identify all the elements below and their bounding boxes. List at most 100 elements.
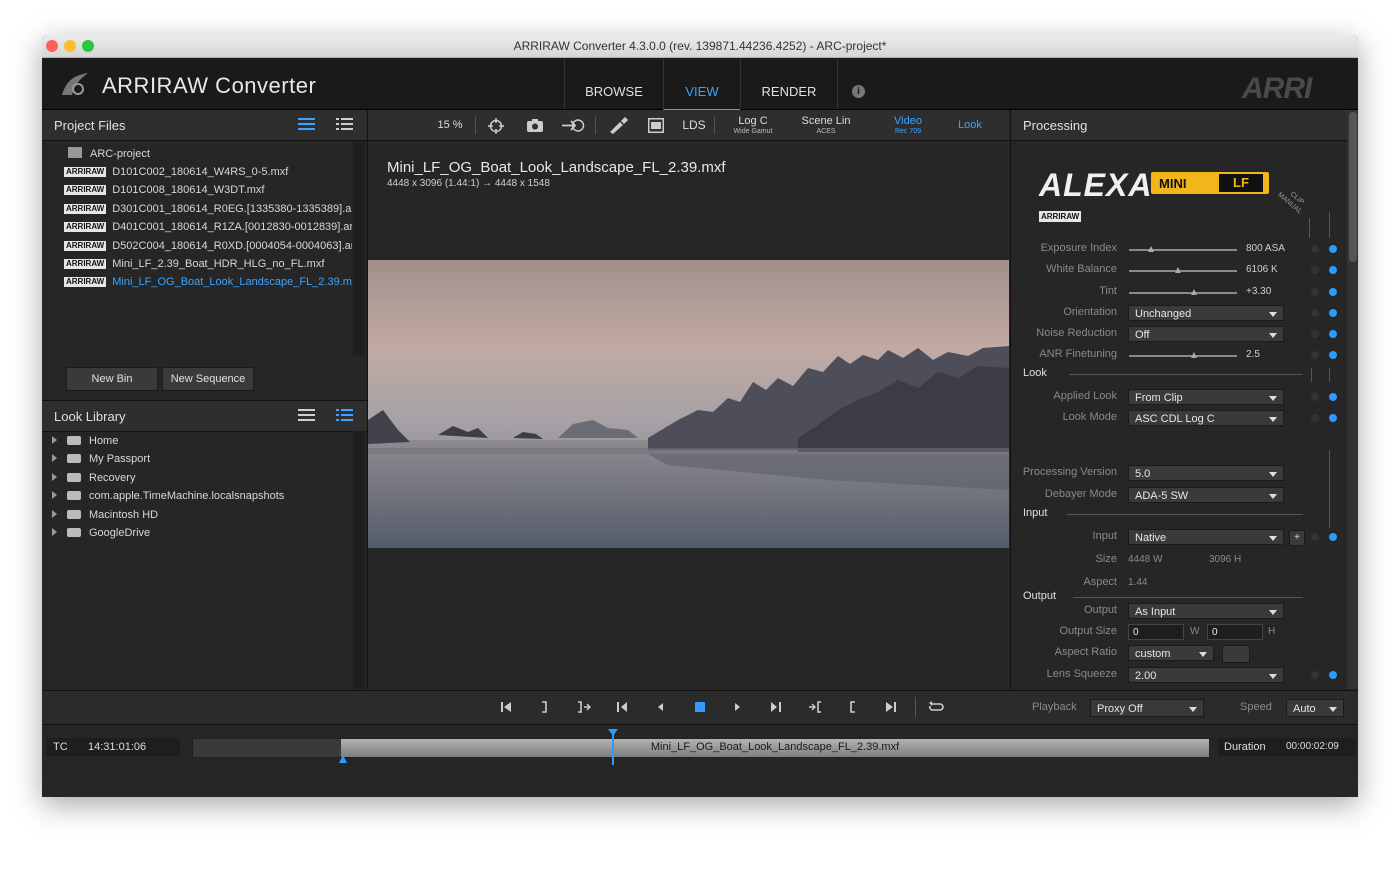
look_mode-manual-dot[interactable] [1329,414,1337,422]
tint-clip-dot[interactable] [1311,288,1319,296]
disclosure-triangle-icon[interactable] [52,491,57,500]
lens_squeeze-select[interactable]: 2.00 [1128,667,1284,683]
detail-view-icon[interactable] [336,118,353,132]
input-manual-dot[interactable] [1329,533,1337,541]
input-clip-dot[interactable] [1311,533,1319,541]
library-tree-item[interactable]: Macintosh HD [52,506,158,524]
look_mode-clip-dot[interactable] [1311,414,1319,422]
info-icon[interactable]: i [852,85,865,98]
anr_finetuning-manual-dot[interactable] [1329,351,1337,359]
applied_look-select[interactable]: From Clip [1128,389,1284,405]
play-reverse-icon[interactable] [655,701,665,713]
noise_reduction-select[interactable]: Off [1128,326,1284,342]
lens_squeeze-clip-dot[interactable] [1311,671,1319,679]
timeline-track[interactable]: Mini_LF_OG_Boat_Look_Landscape_FL_2.39.m… [192,729,1210,765]
mark-in-icon[interactable] [848,701,858,713]
orientation-clip-dot[interactable] [1311,309,1319,317]
playback-select[interactable]: Proxy Off [1090,699,1204,717]
library-tree-item[interactable]: Recovery [52,469,135,487]
frame-lines-icon[interactable] [648,118,664,133]
exposure_index-manual-dot[interactable] [1329,245,1337,253]
list-view-icon[interactable] [298,118,315,132]
library-tree-item[interactable]: GoogleDrive [52,524,150,542]
orientation-select[interactable]: Unchanged [1128,305,1284,321]
exposure_index-slider[interactable] [1129,246,1237,252]
white_balance-manual-dot[interactable] [1329,266,1337,274]
library-tree-item[interactable]: com.apple.TimeMachine.localsnapshots [52,487,284,505]
white_balance-clip-dot[interactable] [1311,266,1319,274]
debayer_mode-select[interactable]: ADA-5 SW [1128,487,1284,503]
applied_look-manual-dot[interactable] [1329,393,1337,401]
look-library-scrollbar[interactable] [353,431,365,689]
step-to-in-icon[interactable] [807,701,823,713]
slider-knob[interactable] [1174,267,1181,273]
speed-select[interactable]: Auto [1286,699,1344,717]
file-item[interactable]: ARRIRAW D101C008_180614_W3DT.mxf [64,181,264,199]
noise_reduction-manual-dot[interactable] [1329,330,1337,338]
orientation-manual-dot[interactable] [1329,309,1337,317]
library-detail-view-icon[interactable] [336,409,353,423]
playhead[interactable] [608,729,618,765]
look_mode-select[interactable]: ASC CDL Log C [1128,410,1284,426]
viewer-image[interactable] [368,260,1009,548]
color-picker-icon[interactable] [608,117,628,134]
slider-knob[interactable] [1147,246,1154,252]
step-to-out-icon[interactable] [576,701,592,713]
tab-view[interactable]: VIEW [663,59,740,111]
lds-toggle[interactable]: LDS [679,110,709,140]
project-files-scrollbar[interactable] [353,141,365,356]
compare-icon[interactable] [561,117,587,134]
in-point-marker[interactable] [339,755,347,763]
aspect-lock-icon[interactable] [1222,645,1250,663]
noise_reduction-clip-dot[interactable] [1311,330,1319,338]
view-mode-video[interactable]: Video Rec 709 [878,110,938,140]
snapshot-camera-icon[interactable] [526,118,544,133]
view-mode-scene-lin[interactable]: Scene Lin ACES [796,110,856,140]
output-height-field[interactable]: 0 [1207,624,1263,640]
library-list-view-icon[interactable] [298,409,315,423]
tint-manual-dot[interactable] [1329,288,1337,296]
anr_finetuning-clip-dot[interactable] [1311,351,1319,359]
zoom-level[interactable]: 15 % [432,110,468,140]
applied_look-clip-dot[interactable] [1311,393,1319,401]
new-sequence-button[interactable]: New Sequence [162,367,254,391]
slider-knob[interactable] [1190,289,1197,295]
previous-frame-icon[interactable] [616,701,628,713]
white_balance-slider[interactable] [1129,267,1237,273]
go-to-start-icon[interactable] [500,701,512,713]
tint-slider[interactable] [1129,289,1237,295]
view-mode-look[interactable]: Look [940,110,1000,140]
output-select[interactable]: As Input [1128,603,1284,619]
disclosure-triangle-icon[interactable] [52,436,57,444]
mark-out-previous-icon[interactable] [539,701,549,713]
file-item[interactable]: ARRIRAW Mini_LF_2.39_Boat_HDR_HLG_no_FL.m… [64,255,324,273]
new-bin-button[interactable]: New Bin [66,367,158,391]
aspect_ratio-select[interactable]: custom [1128,645,1214,661]
disclosure-triangle-icon[interactable] [52,528,57,536]
project-root-item[interactable]: ARC-project [68,145,150,163]
file-item[interactable]: ARRIRAW D101C002_180614_W4RS_0-5.mxf [64,163,288,181]
play-icon[interactable] [733,701,743,713]
file-item[interactable]: ARRIRAW Mini_LF_OG_Boat_Look_Landscape_FL… [64,273,352,291]
exposure_index-clip-dot[interactable] [1311,245,1319,253]
crosshair-icon[interactable] [488,118,504,134]
file-item[interactable]: ARRIRAW D301C001_180614_R0EG.[1335380-133… [64,200,352,218]
view-mode-log-c[interactable]: Log C Wide Gamut [723,110,783,140]
library-tree-item[interactable]: My Passport [52,450,150,468]
library-tree-item[interactable]: Home [52,432,118,450]
slider-knob[interactable] [1190,352,1197,358]
playhead-handle-icon[interactable] [608,729,618,736]
tab-render[interactable]: RENDER [740,59,838,109]
add-input-button[interactable]: + [1289,530,1305,546]
processing_version-select[interactable]: 5.0 [1128,465,1284,481]
file-item[interactable]: ARRIRAW D401C001_180614_R1ZA.[0012830-001… [64,218,352,236]
disclosure-triangle-icon[interactable] [52,472,57,481]
anr_finetuning-slider[interactable] [1129,352,1237,358]
stop-icon[interactable] [694,701,706,713]
output-width-field[interactable]: 0 [1128,624,1184,640]
file-item[interactable]: ARRIRAW D502C004_180614_R0XD.[0004054-000… [64,237,352,255]
next-frame-icon[interactable] [770,701,782,713]
disclosure-triangle-icon[interactable] [52,509,57,518]
go-to-end-icon[interactable] [885,701,897,713]
disclosure-triangle-icon[interactable] [52,454,57,463]
